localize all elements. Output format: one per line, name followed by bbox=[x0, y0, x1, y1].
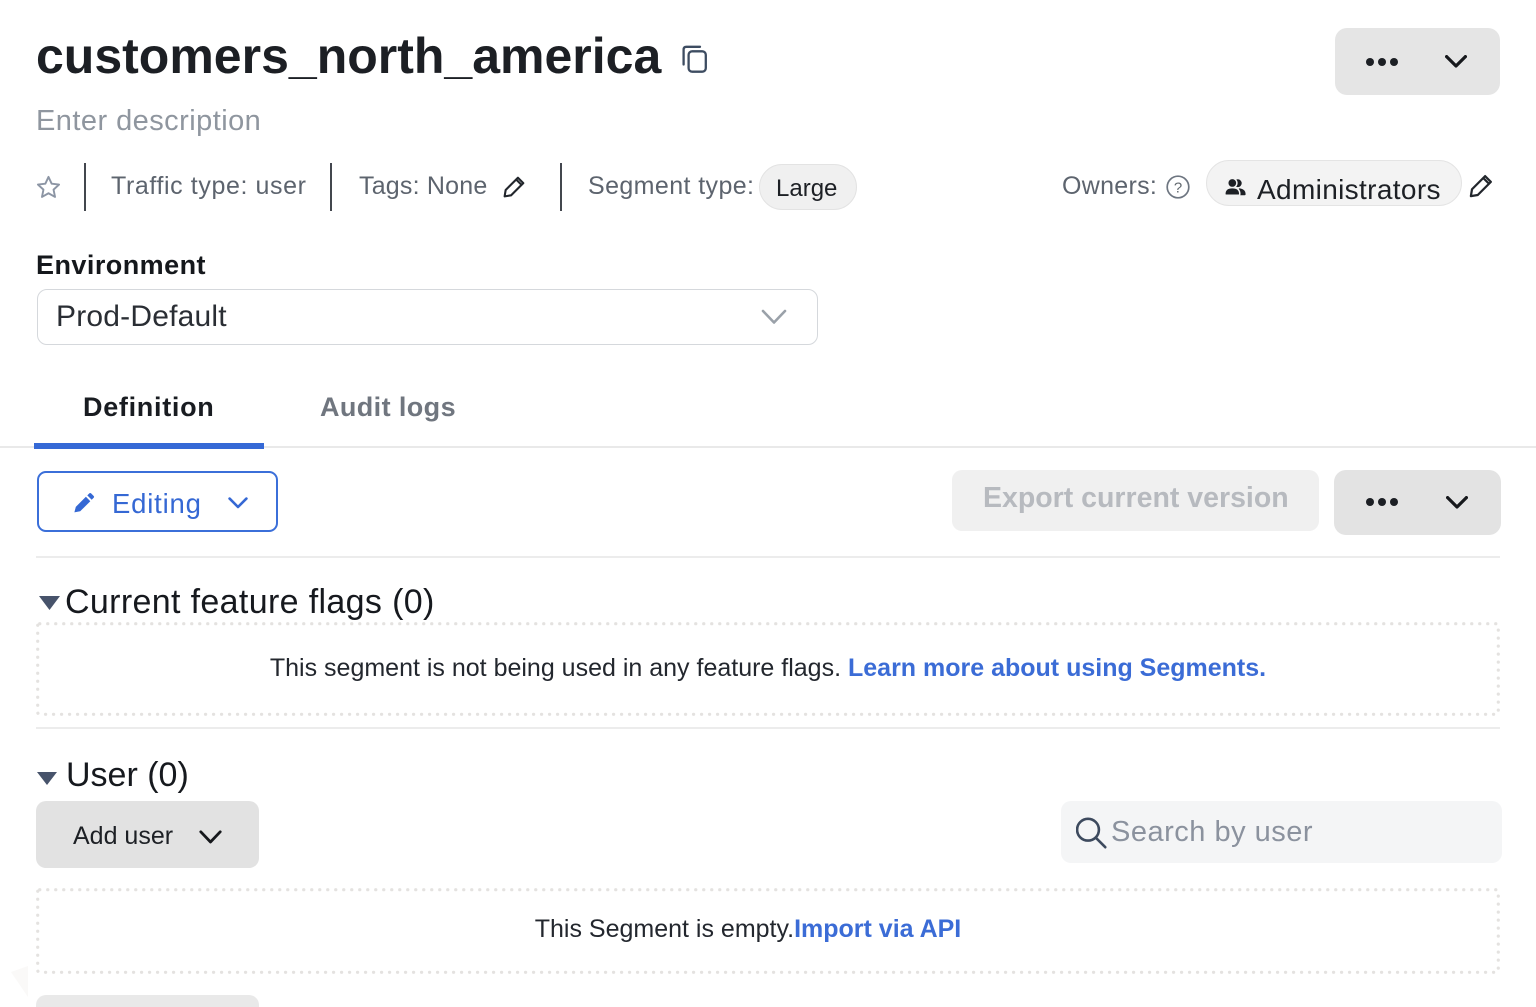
svg-text:?: ? bbox=[1174, 179, 1182, 196]
